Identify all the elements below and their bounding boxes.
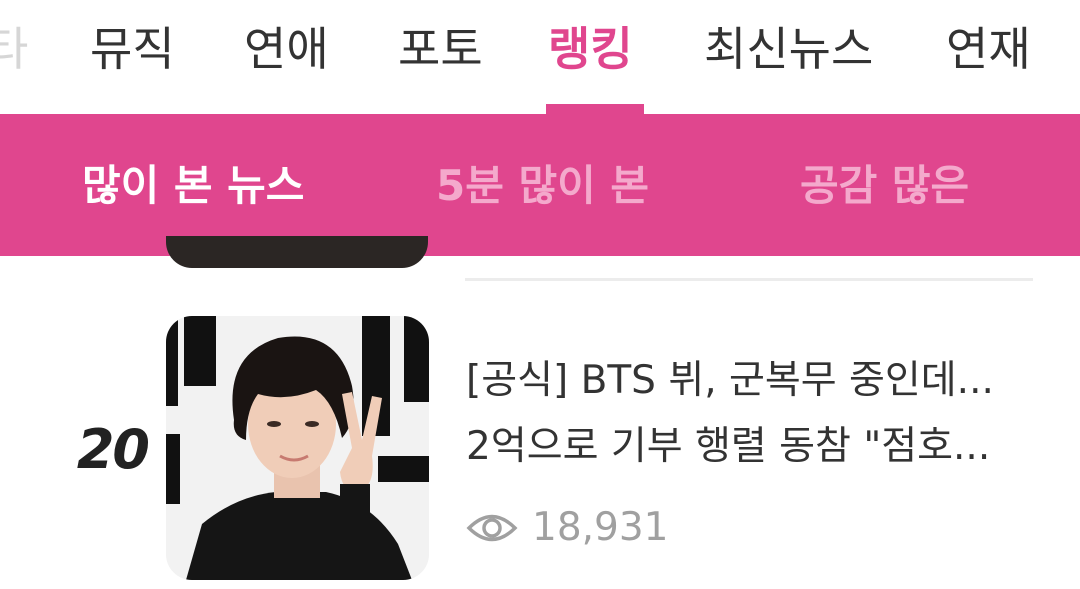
tab-photo[interactable]: 포토: [398, 14, 483, 84]
rank-number: 20: [76, 418, 150, 481]
tab-music[interactable]: 뮤직: [90, 14, 175, 84]
article-title-line-2: 2억으로 기부 행렬 동참 "점호...: [466, 424, 991, 469]
subtab-5min-most-viewed[interactable]: 5분 많이 본: [436, 158, 649, 214]
article-title-line-1: [공식] BTS 뷔, 군복무 중인데...: [466, 358, 994, 403]
ranking-sub-nav: 많이 본 뉴스 5분 많이 본 공감 많은: [0, 114, 1080, 256]
thumbnail-photo: [166, 316, 429, 580]
subtab-most-viewed[interactable]: 많이 본 뉴스: [82, 158, 304, 214]
tab-series[interactable]: 연재: [946, 14, 1031, 84]
view-count: 18,931: [466, 502, 668, 554]
tab-ranking[interactable]: 랭킹: [548, 14, 633, 84]
subtab-most-liked[interactable]: 공감 많은: [800, 158, 969, 214]
tab-latest-news[interactable]: 최신뉴스: [704, 14, 873, 84]
view-count-value: 18,931: [532, 505, 669, 550]
article-title[interactable]: [공식] BTS 뷔, 군복무 중인데... 2억으로 기부 행렬 동참 "점호…: [466, 348, 1034, 480]
top-category-nav: 타 뮤직 연애 포토 랭킹 최신뉴스 연재: [0, 0, 1080, 114]
eye-icon: [466, 511, 518, 545]
tab-entertainment[interactable]: 연애: [244, 14, 329, 84]
previous-article-thumbnail[interactable]: [166, 236, 428, 268]
tab-partial[interactable]: 타: [0, 14, 28, 84]
active-tab-indicator: [546, 104, 644, 114]
list-divider: [465, 278, 1033, 281]
article-thumbnail[interactable]: [166, 316, 429, 580]
